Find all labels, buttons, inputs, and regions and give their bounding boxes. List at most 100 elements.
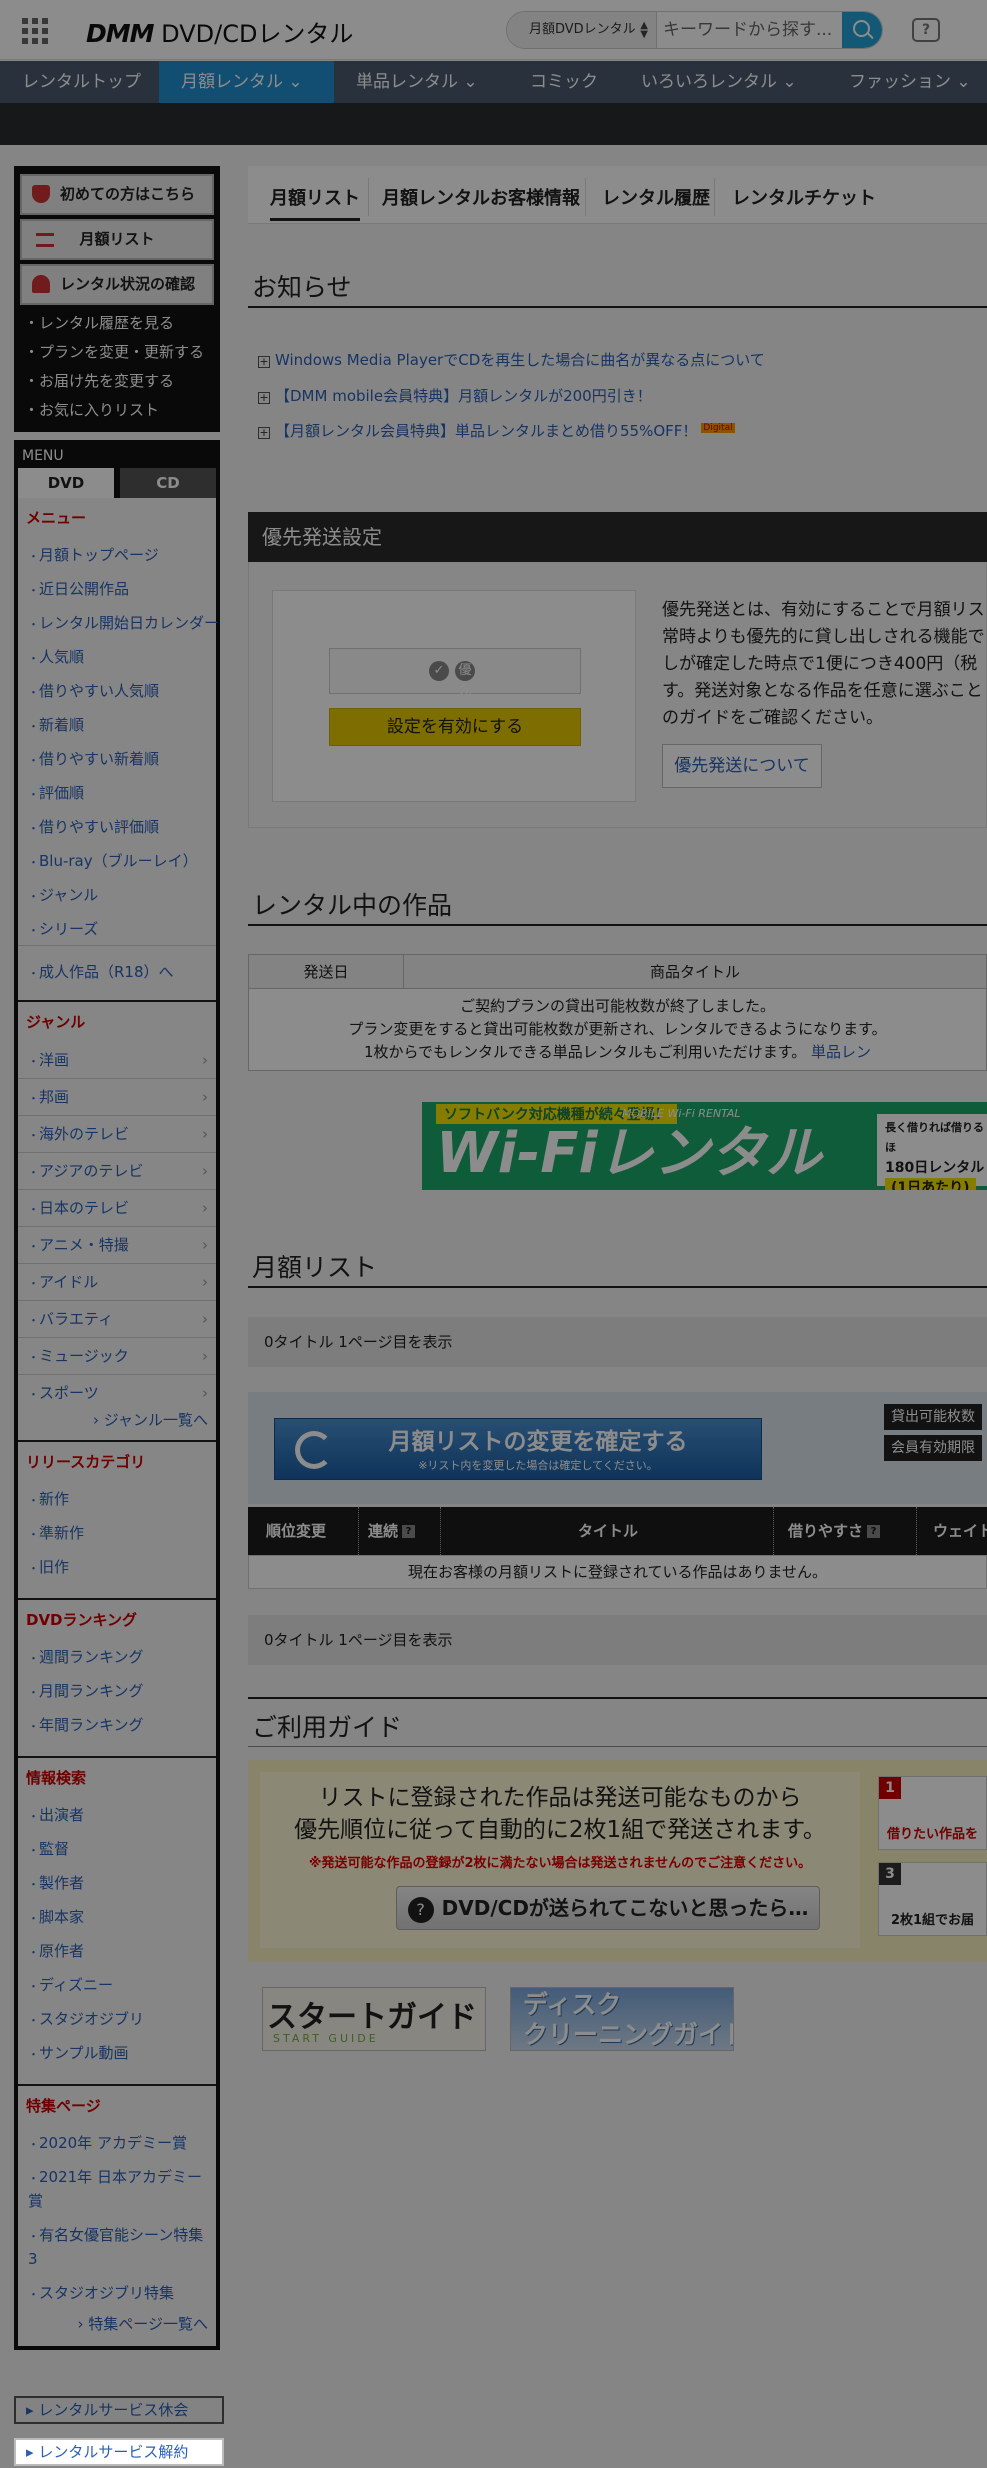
menu-item[interactable]: 新着順: [18, 708, 216, 742]
release-item[interactable]: 旧作: [18, 1550, 216, 1584]
tab-monthly-list[interactable]: 月額リスト: [270, 184, 360, 221]
adult-link[interactable]: 成人作品（R18）へ: [18, 952, 216, 992]
tab-rental-ticket[interactable]: レンタルチケット: [732, 184, 876, 218]
help-icon[interactable]: ?: [402, 1525, 416, 1538]
change-plan-link[interactable]: ・プランを変更・更新する: [18, 338, 216, 367]
ranking-item[interactable]: 週間ランキング: [18, 1640, 216, 1674]
feature-item[interactable]: スタジオジブリ特集: [18, 2276, 216, 2310]
search-item[interactable]: 監督: [18, 1832, 216, 1866]
guide-panel: リストに登録された作品は発送可能なものから 優先順位に従って自動的に2枚1組で発…: [248, 1760, 987, 1962]
genre-item[interactable]: 日本のテレビ: [18, 1190, 216, 1227]
guide-inner: リストに登録された作品は発送可能なものから 優先順位に従って自動的に2枚1組で発…: [260, 1772, 860, 1948]
col-ease: 借りやすさ?: [788, 1507, 881, 1555]
app-grid-icon[interactable]: [22, 18, 48, 44]
feature-item[interactable]: 2021年 日本アカデミー賞: [18, 2160, 216, 2218]
list-count: 0タイトル 1ページ目を表示: [248, 1317, 987, 1367]
site-logo[interactable]: DMM DVD/CDレンタル: [86, 14, 353, 49]
search-item[interactable]: 製作者: [18, 1866, 216, 1900]
beginners-button[interactable]: 初めての方はこちら: [20, 174, 214, 215]
tab-customer-info[interactable]: 月額レンタルお客様情報: [382, 184, 580, 218]
menu-item[interactable]: ジャンル: [18, 878, 216, 912]
search-item[interactable]: 出演者: [18, 1798, 216, 1832]
wifi-rental-banner[interactable]: ソフトバンク対応機種が続々登場！ MOBILE Wi-Fi RENTAL Wi-…: [422, 1102, 987, 1190]
feature-more-link[interactable]: › 特集ページ一覧へ: [18, 2310, 216, 2338]
genre-more-link[interactable]: › ジャンル一覧へ: [18, 1412, 216, 1432]
menu-item[interactable]: 評価順: [18, 776, 216, 810]
genre-item[interactable]: アニメ・特撮: [18, 1227, 216, 1264]
menu-item[interactable]: 人気順: [18, 640, 216, 674]
genre-item[interactable]: 洋画: [18, 1042, 216, 1079]
start-guide-banner[interactable]: スタートガイド START GUIDE: [262, 1987, 486, 2051]
search-icon[interactable]: [842, 12, 882, 48]
tab-rental-history[interactable]: レンタル履歴: [602, 184, 710, 218]
plus-icon: +: [258, 355, 270, 368]
search-item[interactable]: サンプル動画: [18, 2036, 216, 2070]
genre-item[interactable]: バラエティ: [18, 1301, 216, 1338]
nav-single-rental[interactable]: 単品レンタル ⌄: [356, 61, 478, 103]
favorites-link[interactable]: ・お気に入りリスト: [18, 396, 216, 425]
menu-item[interactable]: 月額トップページ: [18, 538, 216, 572]
cancel-service-link[interactable]: ▸ レンタルサービス解約: [14, 2438, 224, 2466]
news-item[interactable]: + Windows Media PlayerでCDを再生した場合に曲名が異なる点に…: [258, 349, 765, 370]
menu-item[interactable]: シリーズ: [18, 912, 216, 946]
rental-status-button[interactable]: レンタル状況の確認: [20, 264, 214, 305]
search-item[interactable]: ディズニー: [18, 1968, 216, 2002]
genre-item[interactable]: アジアのテレビ: [18, 1153, 216, 1190]
feature-item[interactable]: 2020年 アカデミー賞: [18, 2126, 216, 2160]
change-address-link[interactable]: ・お届け先を変更する: [18, 367, 216, 396]
nav-monthly-rental[interactable]: 月額レンタル ⌄: [159, 61, 334, 103]
genre-item[interactable]: ミュージック: [18, 1338, 216, 1375]
genre-item[interactable]: アイドル: [18, 1264, 216, 1301]
enable-priority-button[interactable]: 設定を有効にする: [329, 708, 581, 746]
priority-title: 優先発送設定: [248, 512, 987, 562]
nav-various-rental[interactable]: いろいろレンタル ⌄: [641, 61, 797, 103]
tab-dvd[interactable]: DVD: [18, 468, 114, 498]
search-item[interactable]: 原作者: [18, 1934, 216, 1968]
feature-item[interactable]: 有名女優官能シーン特集3: [18, 2218, 216, 2276]
help-icon[interactable]: ?: [912, 18, 940, 42]
monthly-list-button[interactable]: 月額リスト: [20, 219, 214, 260]
search-input[interactable]: [663, 12, 843, 48]
rental-history-link[interactable]: ・レンタル履歴を見る: [18, 309, 216, 338]
help-icon[interactable]: ?: [867, 1525, 881, 1538]
release-item[interactable]: 新作: [18, 1482, 216, 1516]
ranking-item[interactable]: 月間ランキング: [18, 1674, 216, 1708]
ranking-item[interactable]: 年間ランキング: [18, 1708, 216, 1742]
genre-item[interactable]: スポーツ: [18, 1375, 216, 1412]
list-table-header: 順位変更 連続? タイトル 借りやすさ? ウェイト: [248, 1507, 987, 1555]
list-icon: [36, 233, 54, 247]
menu-item[interactable]: Blu-ray（ブルーレイ）: [18, 844, 216, 878]
confirm-list-button[interactable]: 月額リストの変更を確定する ※リスト内を変更した場合は確定してください。: [274, 1418, 762, 1480]
suspend-service-link[interactable]: ▸ レンタルサービス休会: [14, 2396, 224, 2424]
search-item[interactable]: 脚本家: [18, 1900, 216, 1934]
menu-item[interactable]: 借りやすい人気順: [18, 674, 216, 708]
disc-cleaning-banner[interactable]: ディスク クリーニングガイド: [510, 1987, 734, 2051]
media-tabs: DVD CD: [18, 468, 216, 498]
tab-cd[interactable]: CD: [120, 468, 216, 498]
guide-step-3: 3 2枚1組でお届: [878, 1862, 987, 1936]
list-count-bottom: 0タイトル 1ページ目を表示: [248, 1615, 987, 1665]
menu-item[interactable]: 近日公開作品: [18, 572, 216, 606]
search-category-select[interactable]: 月額DVDレンタル ▲ ▼: [507, 12, 657, 48]
menu-item[interactable]: 借りやすい評価順: [18, 810, 216, 844]
news-item[interactable]: + 【DMM mobile会員特典】月額レンタルが200円引き！: [258, 385, 652, 406]
single-rental-link[interactable]: 単品レン: [811, 1043, 871, 1061]
feature-section-title: 特集ページ: [26, 2097, 101, 2115]
plus-icon: +: [258, 426, 270, 439]
priority-about-link[interactable]: 優先発送について: [662, 744, 822, 788]
release-item[interactable]: 準新作: [18, 1516, 216, 1550]
menu-item[interactable]: 借りやすい新着順: [18, 742, 216, 776]
not-delivered-button[interactable]: ? DVD/CDが送られてこないと思ったら…: [396, 1886, 820, 1930]
search-item[interactable]: スタジオジブリ: [18, 2002, 216, 2036]
sidebar-account: 初めての方はこちら 月額リスト レンタル状況の確認 ・レンタル履歴を見る ・プラ…: [14, 166, 220, 432]
menu-item[interactable]: レンタル開始日カレンダー: [18, 606, 219, 640]
select-arrows-icon: ▲ ▼: [640, 20, 648, 40]
sidebar-menu: MENU DVD CD メニュー 月額トップページ 近日公開作品 レンタル開始日…: [14, 440, 220, 2350]
genre-item[interactable]: 邦画: [18, 1079, 216, 1116]
list-empty-message: 現在お客様の月額リストに登録されている作品はありません。: [248, 1555, 987, 1589]
genre-item[interactable]: 海外のテレビ: [18, 1116, 216, 1153]
nav-fashion[interactable]: ファッション ⌄: [849, 61, 971, 103]
nav-rental-top[interactable]: レンタルトップ: [22, 61, 141, 103]
news-item[interactable]: + 【月額レンタル会員特典】単品レンタルまとめ借り55%OFF！ Digital: [258, 420, 735, 441]
nav-comic[interactable]: コミック: [530, 61, 598, 103]
